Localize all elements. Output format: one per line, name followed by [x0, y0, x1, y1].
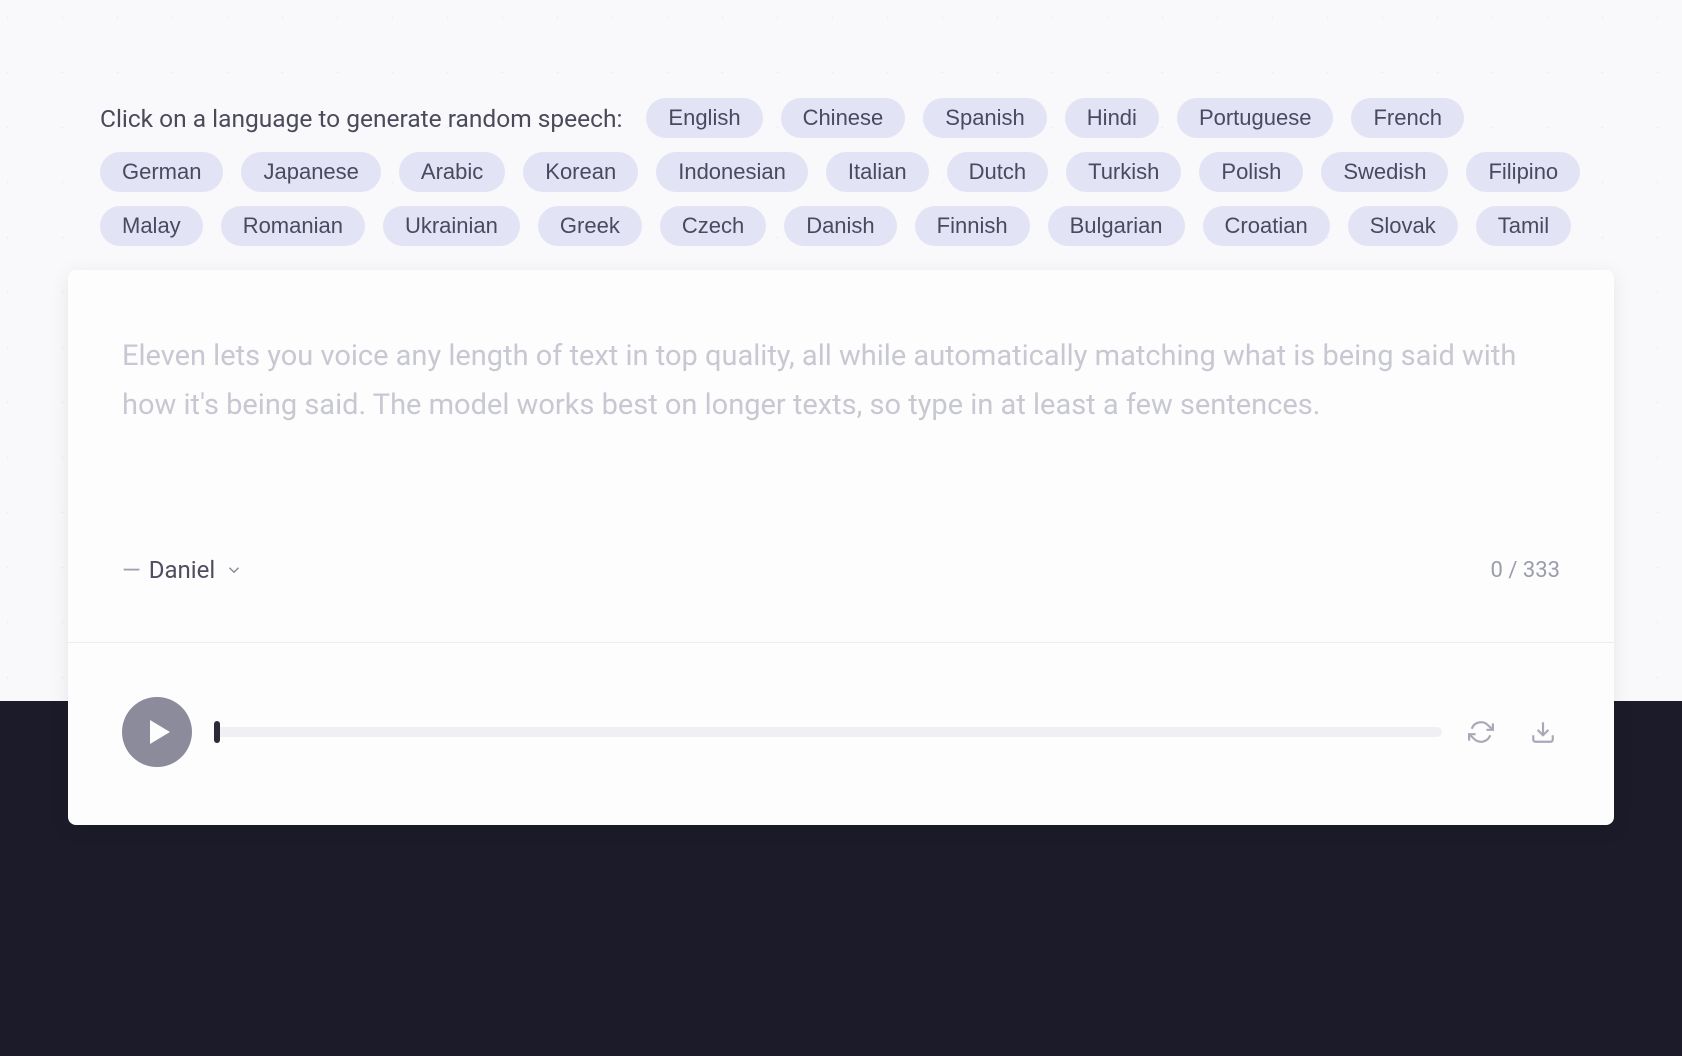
language-pill-greek[interactable]: Greek	[538, 206, 642, 246]
audio-progress-thumb[interactable]	[214, 721, 220, 743]
speech-card: — Daniel 0 / 333	[68, 270, 1614, 825]
language-pill-slovak[interactable]: Slovak	[1348, 206, 1458, 246]
language-pill-bulgarian[interactable]: Bulgarian	[1048, 206, 1185, 246]
language-pill-czech[interactable]: Czech	[660, 206, 766, 246]
language-pill-hindi[interactable]: Hindi	[1065, 98, 1159, 138]
play-icon	[150, 720, 170, 744]
language-pill-indonesian[interactable]: Indonesian	[656, 152, 808, 192]
language-pill-romanian[interactable]: Romanian	[221, 206, 365, 246]
language-pill-ukrainian[interactable]: Ukrainian	[383, 206, 520, 246]
audio-progress-bar[interactable]	[214, 727, 1442, 737]
language-pill-row: Click on a language to generate random s…	[100, 98, 1582, 246]
language-pill-filipino[interactable]: Filipino	[1466, 152, 1580, 192]
language-pill-danish[interactable]: Danish	[784, 206, 896, 246]
language-pill-polish[interactable]: Polish	[1199, 152, 1303, 192]
language-section: Click on a language to generate random s…	[0, 98, 1682, 246]
character-counter: 0 / 333	[1491, 558, 1560, 583]
language-pill-finnish[interactable]: Finnish	[915, 206, 1030, 246]
char-current: 0	[1491, 558, 1503, 583]
language-pill-italian[interactable]: Italian	[826, 152, 929, 192]
regenerate-button[interactable]	[1464, 715, 1498, 749]
language-pill-tamil[interactable]: Tamil	[1476, 206, 1571, 246]
play-button[interactable]	[122, 697, 192, 767]
language-pill-korean[interactable]: Korean	[523, 152, 638, 192]
download-icon	[1530, 719, 1556, 745]
language-pill-turkish[interactable]: Turkish	[1066, 152, 1181, 192]
voice-dash: —	[122, 556, 139, 584]
language-pill-croatian[interactable]: Croatian	[1203, 206, 1330, 246]
language-pill-spanish[interactable]: Spanish	[923, 98, 1047, 138]
refresh-icon	[1468, 719, 1494, 745]
language-pill-chinese[interactable]: Chinese	[781, 98, 906, 138]
char-max: 333	[1523, 558, 1560, 583]
voice-name-label: Daniel	[149, 556, 215, 584]
language-prompt-label: Click on a language to generate random s…	[100, 104, 622, 133]
language-pill-german[interactable]: German	[100, 152, 223, 192]
char-separator: /	[1503, 558, 1523, 583]
voice-selector[interactable]: — Daniel	[122, 556, 243, 584]
language-pill-japanese[interactable]: Japanese	[241, 152, 380, 192]
chevron-down-icon	[225, 561, 243, 579]
language-pill-french[interactable]: French	[1351, 98, 1463, 138]
language-pill-dutch[interactable]: Dutch	[947, 152, 1048, 192]
speech-text-input[interactable]	[122, 332, 1560, 542]
audio-player-row	[68, 643, 1614, 825]
language-pill-arabic[interactable]: Arabic	[399, 152, 505, 192]
language-pill-malay[interactable]: Malay	[100, 206, 203, 246]
language-pill-swedish[interactable]: Swedish	[1321, 152, 1448, 192]
language-pill-english[interactable]: English	[646, 98, 762, 138]
language-pill-portuguese[interactable]: Portuguese	[1177, 98, 1334, 138]
download-button[interactable]	[1526, 715, 1560, 749]
